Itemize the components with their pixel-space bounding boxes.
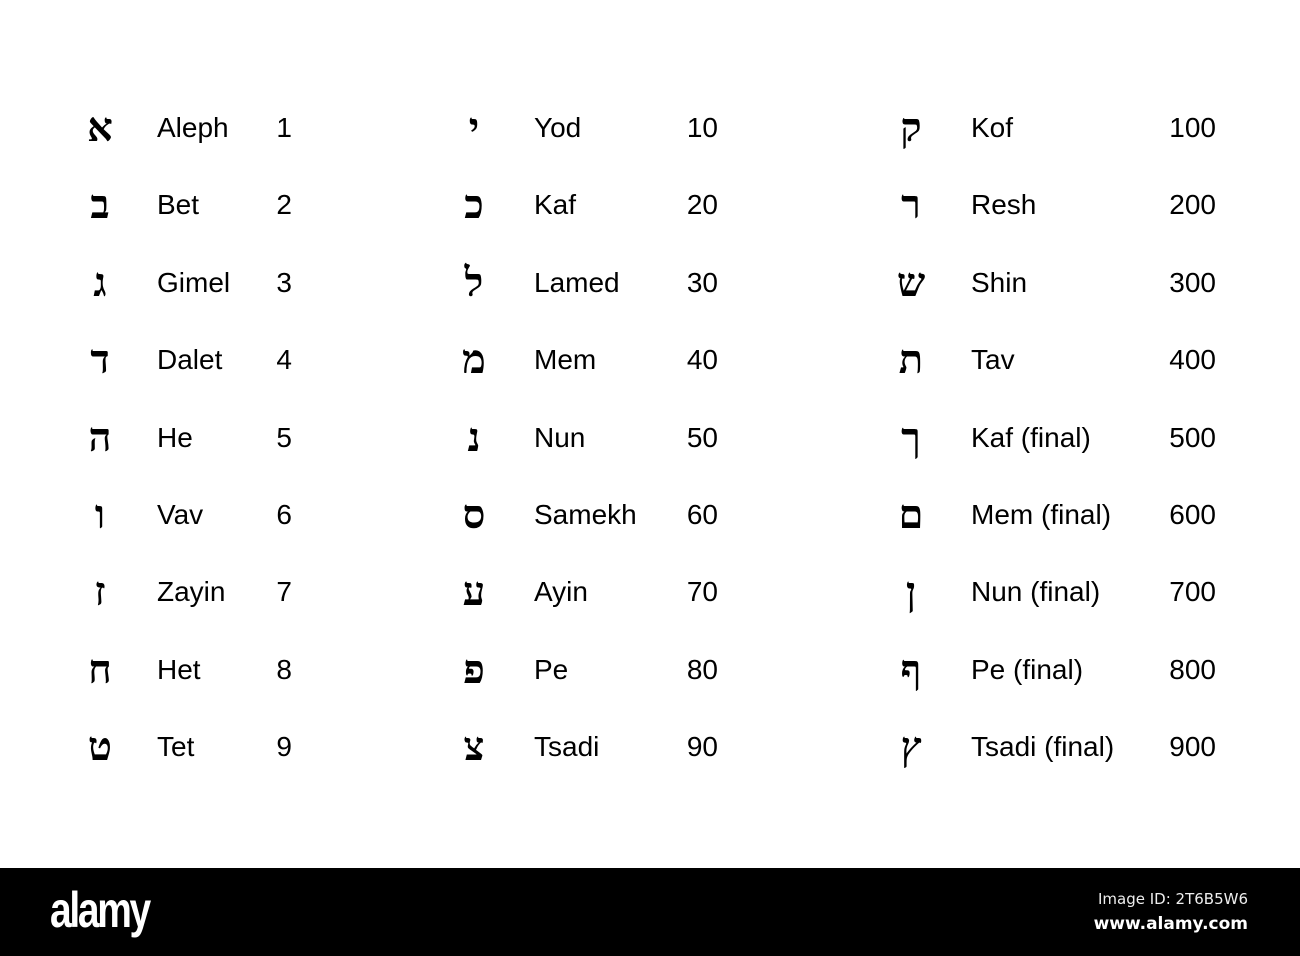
hebrew-letter: ו: [94, 490, 106, 538]
letter-name: Tet: [157, 731, 195, 763]
hebrew-letter: ץ: [900, 723, 922, 771]
hebrew-letter: פ: [463, 645, 485, 693]
numeric-value: 7: [276, 576, 292, 608]
hebrew-alphabet-chart: א Aleph 1 ב Bet 2 ג Gimel 3 ד Dalet 4 ה He 5 ו Vav 6 ז Zayi…: [0, 0, 1300, 868]
numeric-value: 300: [1169, 266, 1216, 298]
numeric-value: 30: [686, 266, 718, 298]
numeric-value: 400: [1169, 344, 1216, 376]
numeric-value: 5: [276, 421, 292, 453]
hebrew-letter: ט: [87, 723, 113, 771]
letter-name: Mem (final): [971, 498, 1112, 530]
hebrew-letter: ף: [900, 645, 922, 693]
letter-name: Pe: [534, 653, 569, 685]
numeric-value: 800: [1169, 653, 1216, 685]
hebrew-letter: ש: [896, 258, 926, 306]
numeric-value: 8: [276, 653, 292, 685]
letter-name: Gimel: [157, 266, 231, 298]
letter-name: Nun: [534, 421, 586, 453]
brand-logo: alamy: [50, 882, 151, 938]
letter-name: Mem: [534, 344, 597, 376]
numeric-value: 90: [686, 731, 718, 763]
numeric-value: 60: [686, 498, 718, 530]
letter-name: Resh: [971, 189, 1037, 221]
letter-name: Samekh: [534, 498, 637, 530]
numeric-value: 4: [276, 344, 292, 376]
hebrew-letter: ז: [94, 568, 106, 616]
watermark-bar: alamy Image ID: 2T6B5W6 www.alamy.com: [0, 868, 1300, 956]
letter-name: Dalet: [157, 344, 223, 376]
hebrew-letter: י: [468, 104, 480, 151]
letter-name: Ayin: [534, 576, 588, 608]
hebrew-letter: כ: [464, 181, 484, 229]
letter-name: Kaf: [534, 189, 577, 221]
hebrew-letter: ע: [462, 568, 486, 616]
hebrew-letter: ך: [901, 413, 921, 461]
hebrew-letter: מ: [462, 336, 486, 384]
numeric-value: 700: [1169, 576, 1216, 608]
hebrew-letter: א: [87, 104, 113, 151]
hebrew-letter: ל: [464, 258, 484, 306]
letter-name: Kof: [971, 112, 1014, 143]
numeric-value: 20: [686, 189, 718, 221]
letter-name: He: [157, 421, 193, 453]
letter-name: Tsadi (final): [971, 731, 1115, 763]
hebrew-letter: ת: [898, 336, 924, 384]
hebrew-letter: ן: [905, 568, 917, 616]
hebrew-letter: ק: [900, 104, 922, 151]
hebrew-letter: ם: [898, 490, 924, 538]
hebrew-letter: נ: [467, 413, 481, 461]
letter-name: Tav: [971, 344, 1015, 376]
numeric-value: 80: [686, 653, 718, 685]
numeric-value: 10: [686, 112, 718, 143]
numeric-value: 100: [1169, 112, 1216, 143]
letter-name: Aleph: [157, 112, 229, 143]
hebrew-letter: ה: [88, 413, 112, 461]
image-id-label: Image ID: 2T6B5W6: [1098, 890, 1248, 908]
hebrew-letter: ג: [93, 258, 107, 306]
site-url-label: www.alamy.com: [1093, 914, 1248, 934]
numeric-value: 2: [276, 189, 292, 221]
letter-name: Tsadi: [534, 731, 600, 763]
letter-name: Vav: [157, 498, 204, 530]
hebrew-letter: ד: [90, 336, 110, 384]
hebrew-letter: צ: [463, 723, 485, 771]
numeric-value: 50: [686, 421, 718, 453]
numeric-value: 9: [276, 731, 292, 763]
numeric-value: 500: [1169, 421, 1216, 453]
hebrew-letter: ס: [462, 490, 486, 538]
letter-name: Het: [157, 653, 201, 685]
hebrew-letter: ב: [90, 181, 110, 229]
numeric-value: 3: [276, 266, 292, 298]
numeric-value: 1: [276, 112, 292, 143]
letter-name: Shin: [971, 266, 1028, 298]
letter-name: Pe (final): [971, 653, 1084, 685]
letter-name: Lamed: [534, 266, 620, 298]
letter-name: Yod: [534, 112, 582, 143]
numeric-value: 200: [1169, 189, 1216, 221]
letter-name: Nun (final): [971, 576, 1101, 608]
numeric-value: 900: [1169, 731, 1216, 763]
letter-name: Zayin: [157, 576, 226, 608]
numeric-value: 40: [686, 344, 718, 376]
letter-name: Kaf (final): [971, 421, 1091, 453]
hebrew-letter: ח: [88, 645, 112, 693]
hebrew-letter: ר: [901, 181, 921, 229]
numeric-value: 600: [1169, 498, 1216, 530]
numeric-value: 6: [276, 498, 292, 530]
numeric-value: 70: [686, 576, 718, 608]
letter-name: Bet: [157, 189, 200, 221]
